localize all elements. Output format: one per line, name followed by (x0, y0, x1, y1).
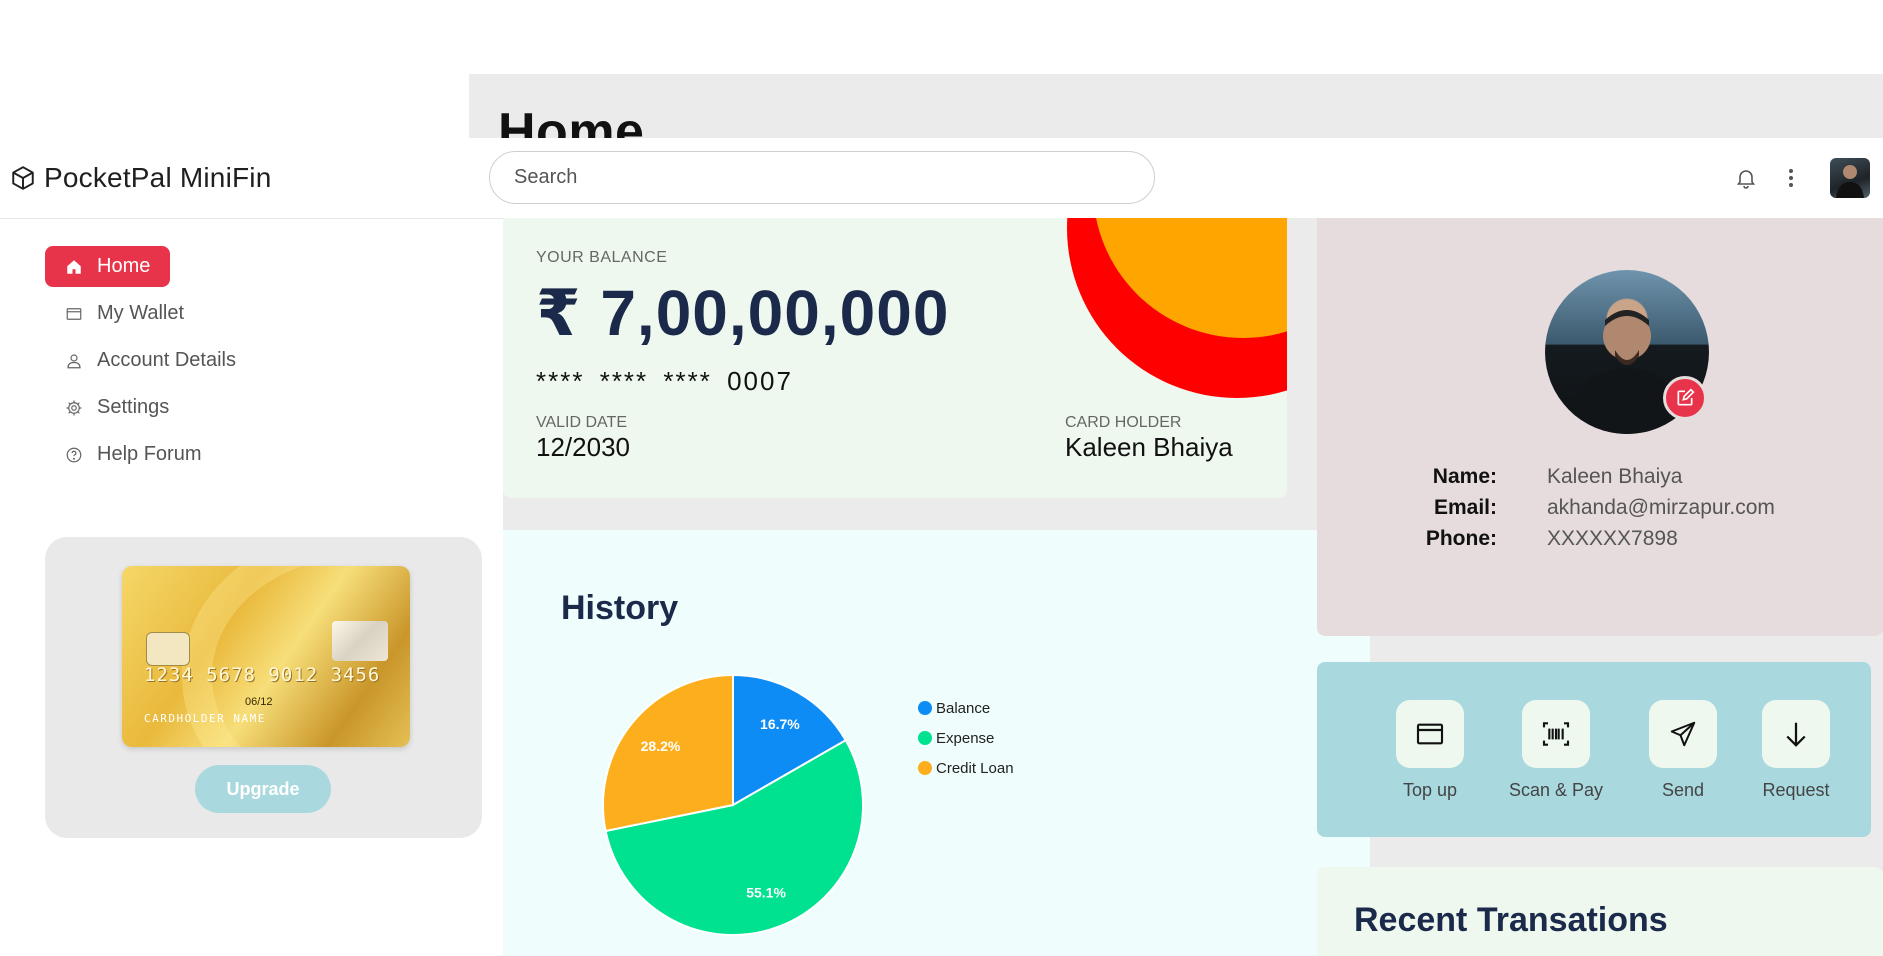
action-label: Top up (1402, 780, 1458, 800)
search-input[interactable] (489, 151, 1155, 204)
profile-card: Name: Kaleen Bhaiya Email: akhanda@mirza… (1317, 218, 1883, 636)
brand-name: PocketPal MiniFin (44, 162, 272, 193)
balance-amount: ₹ 7,00,00,000 (536, 277, 950, 349)
recent-transactions-title: Recent Transations (1354, 901, 1668, 939)
edit-profile-button[interactable] (1663, 376, 1707, 420)
upgrade-panel: 1234 5678 9012 3456 06/12 CARDHOLDER NAM… (45, 537, 482, 838)
history-card: History 16.7% 55.1% 28.2% Balance Expense Cr… (503, 530, 1370, 956)
barcode-icon (1542, 722, 1570, 746)
quick-actions: Top up Scan & Pay Send Request (1317, 662, 1871, 837)
send-icon (1670, 721, 1696, 747)
wallet-icon (1416, 723, 1444, 745)
hologram-icon (332, 621, 388, 661)
gold-card-image: 1234 5678 9012 3456 06/12 CARDHOLDER NAM… (122, 566, 410, 747)
pie-label: 55.1% (746, 885, 786, 901)
legend-swatch (918, 761, 932, 775)
request-button[interactable]: Request (1736, 700, 1856, 801)
upgrade-button[interactable]: Upgrade (195, 765, 331, 813)
sidebar-item-label: Help Forum (97, 443, 202, 465)
pie-label: 28.2% (641, 738, 681, 754)
more-vertical-icon[interactable] (1779, 166, 1803, 190)
avatar[interactable] (1830, 158, 1870, 198)
sidebar-item-help-forum[interactable]: Help Forum (45, 434, 221, 475)
action-label: Request (1762, 780, 1830, 800)
send-button[interactable]: Send (1623, 700, 1743, 801)
legend-label: Credit Loan (936, 759, 1014, 777)
card-holder: CARDHOLDER NAME (144, 712, 266, 725)
scan-pay-button[interactable]: Scan & Pay (1496, 700, 1616, 801)
sidebar-nav: Home My Wallet Account Details Settings … (45, 246, 445, 481)
profile-key: Phone: (1425, 527, 1497, 550)
legend-item[interactable]: Expense (918, 723, 1014, 753)
sidebar-item-settings[interactable]: Settings (45, 387, 189, 428)
card-holder-label: CARD HOLDER (1065, 414, 1182, 431)
sidebar-item-label: Home (97, 255, 151, 277)
help-icon (66, 447, 82, 462)
masked-card-number: **** **** **** 0007 (536, 366, 793, 396)
card-holder-value: Kaleen Bhaiya (1065, 432, 1233, 462)
profile-key: Email: (1433, 496, 1497, 519)
sidebar-item-label: My Wallet (97, 302, 185, 324)
action-label: Scan & Pay (1508, 780, 1604, 800)
legend-label: Expense (936, 729, 995, 747)
arrow-down-icon (1786, 722, 1806, 747)
history-title: History (561, 589, 679, 627)
card-chip-icon (146, 632, 190, 666)
card-number: 1234 5678 9012 3456 (144, 664, 381, 686)
valid-date-label: VALID DATE (536, 414, 627, 431)
legend-item[interactable]: Balance (918, 693, 1014, 723)
home-icon (67, 259, 81, 274)
bell-icon[interactable] (1734, 166, 1758, 190)
sidebar-item-account-details[interactable]: Account Details (45, 340, 256, 381)
legend-item[interactable]: Credit Loan (918, 753, 1014, 783)
sidebar-item-home[interactable]: Home (45, 246, 171, 287)
pie-label: 16.7% (760, 716, 800, 732)
brand[interactable]: PocketPal MiniFin (10, 162, 271, 194)
edit-icon (1677, 388, 1695, 406)
history-pie-chart: 16.7% 55.1% 28.2% (602, 673, 864, 936)
sidebar-item-label: Settings (97, 396, 170, 418)
legend-label: Balance (936, 699, 991, 717)
balance-label: YOUR BALANCE (536, 249, 668, 266)
user-icon (67, 353, 81, 368)
sidebar-item-label: Account Details (97, 349, 236, 371)
balance-card: YOUR BALANCE ₹ 7,00,00,000 **** **** ***… (503, 218, 1287, 498)
sidebar-item-my-wallet[interactable]: My Wallet (45, 293, 204, 334)
valid-date-value: 12/2030 (536, 432, 630, 462)
gear-icon (66, 400, 82, 415)
profile-key: Name: (1432, 465, 1497, 488)
profile-value: Kaleen Bhaiya (1547, 465, 1683, 488)
wallet-icon (66, 307, 82, 320)
legend-swatch (918, 731, 932, 745)
top-bar: PocketPal MiniFin (0, 138, 1883, 219)
card-expiry: 06/12 (245, 696, 273, 708)
top-up-button[interactable]: Top up (1370, 700, 1490, 801)
action-label: Send (1661, 780, 1705, 800)
recent-transactions-card: Recent Transations (1317, 867, 1883, 956)
legend-swatch (918, 701, 932, 715)
chart-legend: Balance Expense Credit Loan (918, 693, 1014, 783)
cube-logo-icon (12, 166, 34, 190)
profile-value: XXXXXX7898 (1547, 527, 1678, 550)
profile-value: akhanda@mirzapur.com (1547, 496, 1775, 519)
